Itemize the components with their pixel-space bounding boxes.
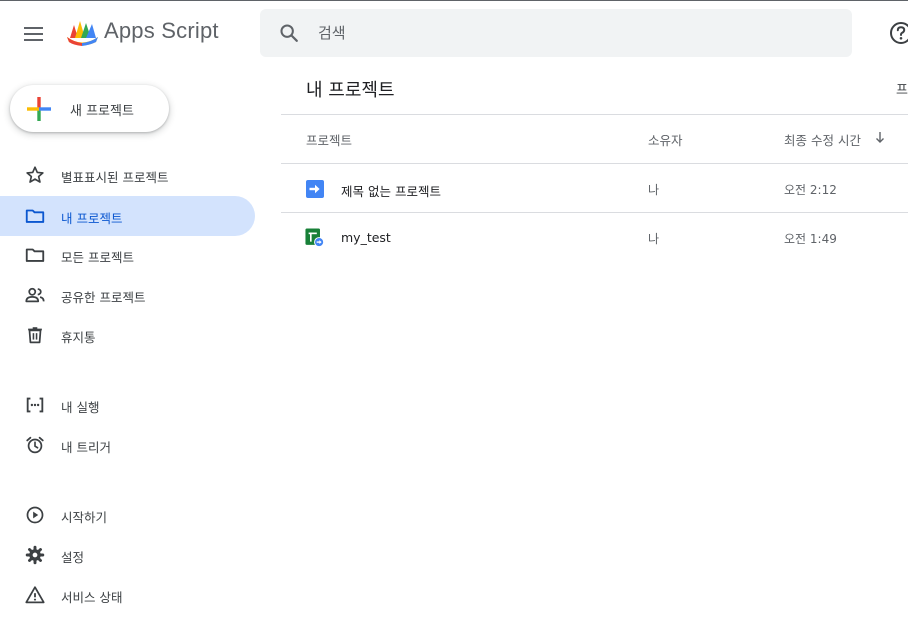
sidebar-item-label: 설정: [61, 550, 85, 565]
sidebar-item-service-status[interactable]: 서비스 상태: [0, 575, 255, 615]
table-row[interactable]: my_test 나 오전 1:49: [281, 213, 908, 262]
sidebar-item-trash[interactable]: 휴지통: [0, 315, 255, 355]
project-modified-time: 오전 1:49: [784, 232, 837, 246]
sidebar-item-label: 공유한 프로젝트: [61, 290, 146, 305]
column-header-modified[interactable]: 최종 수정 시간: [784, 130, 861, 149]
trash-icon: [28, 327, 42, 344]
sidebar-item-all-projects[interactable]: 모든 프로젝트: [0, 235, 255, 275]
new-project-label: 새 프로젝트: [70, 104, 134, 119]
project-name[interactable]: 제목 없는 프로젝트: [341, 181, 441, 200]
folder-icon: [25, 209, 45, 223]
people-icon: [25, 287, 45, 303]
sidebar-item-label: 내 프로젝트: [61, 211, 123, 226]
search-input[interactable]: [318, 21, 818, 45]
star-icon: [26, 166, 44, 183]
sheets-bound-script-icon: [305, 228, 325, 248]
search-bar[interactable]: [260, 9, 852, 57]
page-title: 내 프로젝트: [306, 80, 395, 101]
table-row[interactable]: 제목 없는 프로젝트 나 오전 2:12: [281, 164, 908, 213]
sidebar-item-my-projects[interactable]: 내 프로젝트: [0, 196, 255, 236]
executions-icon: [26, 397, 44, 413]
sidebar-item-label: 시작하기: [61, 510, 108, 525]
project-modified-time: 오전 2:12: [784, 183, 837, 197]
apps-script-logo-icon: [67, 21, 98, 46]
sidebar-item-my-executions[interactable]: 내 실행: [0, 385, 255, 425]
view-toggle-button[interactable]: 프: [896, 79, 908, 98]
sidebar-item-label: 서비스 상태: [61, 590, 123, 605]
sidebar-item-shared-projects[interactable]: 공유한 프로젝트: [0, 275, 255, 315]
project-owner: 나: [648, 183, 660, 197]
search-icon[interactable]: [278, 22, 300, 44]
warning-icon: [25, 586, 45, 604]
gear-icon: [25, 545, 45, 565]
column-header-owner[interactable]: 소유자: [648, 130, 683, 149]
folder-icon: [25, 248, 45, 262]
sidebar-item-label: 모든 프로젝트: [61, 250, 134, 265]
sidebar-item-my-triggers[interactable]: 내 트리거: [0, 425, 255, 465]
plus-icon: [27, 97, 51, 121]
new-project-button[interactable]: 새 프로젝트: [10, 85, 169, 132]
sidebar-item-label: 별표표시된 프로젝트: [61, 170, 169, 185]
sidebar-item-getting-started[interactable]: 시작하기: [0, 495, 255, 535]
hamburger-icon: [24, 27, 43, 29]
main-menu-button[interactable]: [24, 24, 46, 42]
column-header-project[interactable]: 프로젝트: [306, 130, 352, 149]
sidebar-item-label: 내 트리거: [61, 440, 111, 455]
project-owner: 나: [648, 232, 660, 246]
sidebar-item-starred[interactable]: 별표표시된 프로젝트: [0, 155, 255, 195]
project-name[interactable]: my_test: [341, 230, 391, 245]
sidebar-item-label: 휴지통: [61, 330, 96, 345]
sidebar-item-label: 내 실행: [61, 400, 100, 415]
standalone-script-icon: [306, 180, 324, 198]
divider: [281, 114, 908, 115]
help-icon[interactable]: [888, 20, 908, 46]
sidebar-item-settings[interactable]: 설정: [0, 535, 255, 575]
sort-arrow-down-icon[interactable]: [874, 130, 886, 144]
product-name[interactable]: Apps Script: [104, 18, 219, 44]
play-circle-icon: [26, 506, 44, 524]
top-border: [0, 0, 908, 1]
alarm-clock-icon: [26, 436, 44, 454]
